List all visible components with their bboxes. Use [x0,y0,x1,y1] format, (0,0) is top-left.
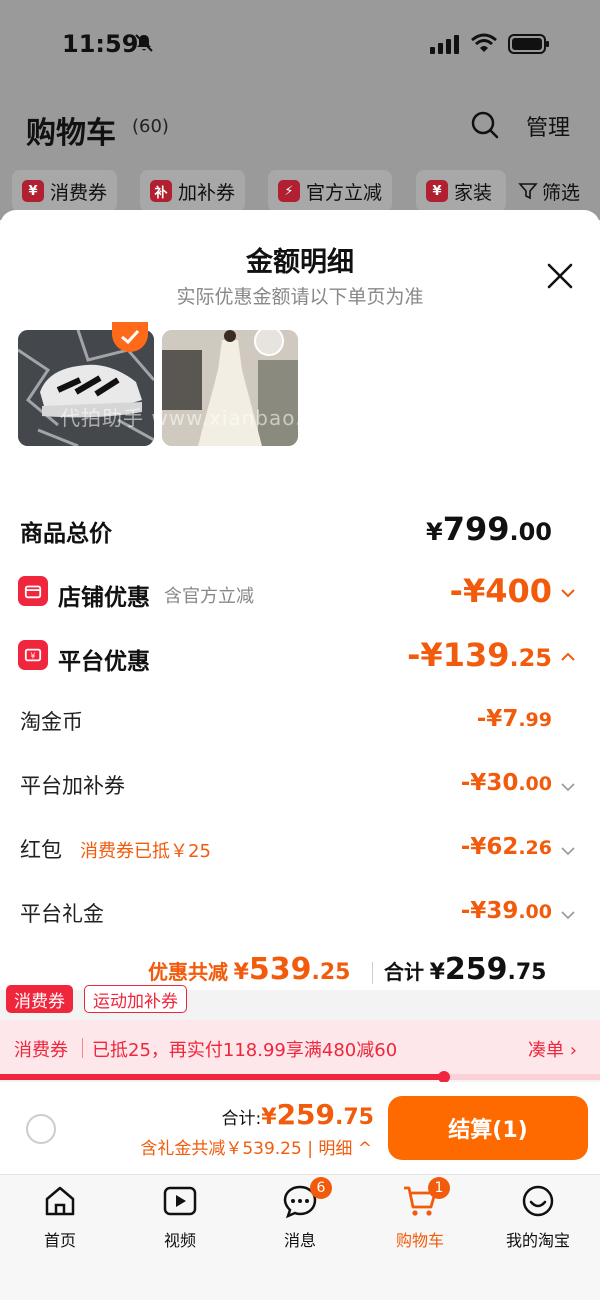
lightning-icon: ⚡ [278,180,300,202]
chip-home[interactable]: ¥ 家装 [416,170,506,212]
amount-detail-sheet: 金额明细 实际优惠金额请以下单页为准 代拍助手 www.xianbao.run … [0,210,600,990]
discount-item-taojinbi: 淘金币 -¥7.99 [0,704,600,738]
voucher-progress-fill [0,1074,444,1080]
checkout-detail-link[interactable]: 含礼金共减￥539.25 | 明细 ^ [140,1134,372,1159]
yen-icon: ¥ [426,180,448,202]
chip-label: 官方立减 [306,181,383,204]
message-badge: 6 [310,1177,332,1199]
platform-discount-label: 平台优惠 [58,649,150,675]
subsidy-icon: 补 [150,180,172,202]
item-label: 平台加补券 [20,774,125,798]
home-icon [45,1186,75,1216]
cart-header: 购物车 (60) 管理 ¥ 消费券 补 加补券 ⚡ 官方立减 ¥ 家装 筛选 [0,90,600,220]
voucher-text: 已抵25，再实付118.99享满480减60 [92,1040,398,1061]
checkout-button[interactable]: 结算(1) [388,1096,588,1160]
discount-item-redpacket[interactable]: 红包 消费券已抵￥25 -¥62.26 [0,832,600,866]
chip-subsidy-voucher[interactable]: 补 加补券 [140,170,246,212]
divider [372,962,373,984]
tab-video[interactable]: 视频 [120,1183,240,1253]
status-bar: 11:59 [0,0,600,90]
checkout-bar: 合计:¥259.75 含礼金共减￥539.25 | 明细 ^ 结算(1) [0,1082,600,1174]
tab-label: 购物车 [395,1231,444,1250]
filter-button[interactable]: 筛选 [506,170,581,212]
sheet-subtitle: 实际优惠金额请以下单页为准 [176,286,424,308]
voucher-progress [0,1071,600,1083]
tab-label: 消息 [283,1231,316,1250]
search-icon[interactable] [470,110,500,140]
discount-item-gift-money[interactable]: 平台礼金 -¥39.00 [0,896,600,930]
store-discount-note: 含官方立减 [164,586,254,607]
sports-subsidy-tag: 运动加补券 [84,985,187,1013]
add-items-link[interactable]: 凑单 › [528,1036,577,1062]
item-amount: -¥62.26 [460,834,552,860]
profile-icon [522,1185,554,1217]
tab-messages[interactable]: 消息 6 [240,1177,360,1253]
tab-label: 首页 [43,1231,76,1250]
platform-discount-amount: -¥139.25 [407,636,552,674]
item-amount: -¥39.00 [460,898,552,924]
chip-consumption-voucher[interactable]: ¥ 消费券 [12,170,118,212]
yen-icon: ¥ [22,180,44,202]
chevron-down-icon [561,911,575,920]
store-discount-amount: -¥400 [449,572,552,610]
store-discount-row[interactable]: 店铺优惠 含官方立减 -¥400 [0,572,600,612]
item-note: 消费券已抵￥25 [80,841,211,862]
item-label: 红包 [20,838,62,862]
page-title: 购物车 [26,116,116,151]
store-discount-label: 店铺优惠 [58,585,150,611]
voucher-label: 消费券 [14,1040,68,1061]
chip-label: 消费券 [50,181,108,204]
tab-cart[interactable]: 购物车 1 [360,1177,480,1253]
bottom-tab-bar: 首页 视频 消息 6 购物车 1 我的淘宝 [0,1174,600,1300]
chevron-up-icon [561,652,575,661]
cart-badge: 1 [428,1177,450,1199]
video-icon [163,1186,197,1216]
close-icon[interactable] [546,262,574,290]
chevron-down-icon [561,589,575,598]
tab-my-taobao[interactable]: 我的淘宝 [478,1183,598,1253]
item-amount: -¥30.00 [460,770,552,796]
unselected-radio[interactable] [254,326,284,356]
manage-button[interactable]: 管理 [526,110,570,142]
discount-item-subsidy[interactable]: 平台加补券 -¥30.00 [0,768,600,802]
platform-coupon-icon: ¥ [18,640,48,670]
tab-label: 视频 [163,1231,196,1250]
cart-count: (60) [132,116,169,137]
consumption-voucher-tag: 消费券 [6,985,73,1013]
tab-label: 我的淘宝 [505,1231,570,1250]
divider [82,1038,83,1058]
total-price-row: 商品总价 ¥799.00 [0,510,600,550]
chip-label: 加补券 [178,181,236,204]
filter-label: 筛选 [542,181,581,204]
bell-muted-icon [135,34,153,52]
battery-icon [508,34,549,54]
filter-chips: ¥ 消费券 补 加补券 ⚡ 官方立减 ¥ 家装 筛选 [12,170,600,212]
tab-home[interactable]: 首页 [0,1183,120,1253]
store-icon [18,576,48,606]
item-label: 淘金币 [20,710,83,734]
signal-icon [430,35,459,54]
chevron-down-icon [561,847,575,856]
platform-discount-row[interactable]: ¥ 平台优惠 -¥139.25 [0,636,600,676]
select-all-radio[interactable] [26,1114,56,1144]
item-amount: -¥7.99 [476,706,552,732]
funnel-icon [518,183,538,200]
voucher-progress-bar[interactable]: 消费券 已抵25，再实付118.99享满480减60 凑单 › [0,1020,600,1076]
total-discount: 优惠共减 ¥539.25 [148,952,351,987]
chip-official-discount[interactable]: ⚡ 官方立减 [268,170,393,212]
wifi-icon [471,33,497,52]
sheet-total: 合计 ¥259.75 [384,952,547,987]
item-label: 平台礼金 [20,902,104,926]
svg-text:¥: ¥ [30,651,35,661]
chip-label: 家装 [454,181,493,204]
chevron-down-icon [561,783,575,792]
checkout-total: 合计:¥259.75 [221,1098,374,1131]
total-price-amount: ¥799.00 [425,510,552,548]
total-price-label: 商品总价 [20,521,112,547]
status-time: 11:59 [62,30,139,58]
watermark-text: 代拍助手 www.xianbao.run [60,406,340,430]
sheet-title: 金额明细 [246,247,354,278]
